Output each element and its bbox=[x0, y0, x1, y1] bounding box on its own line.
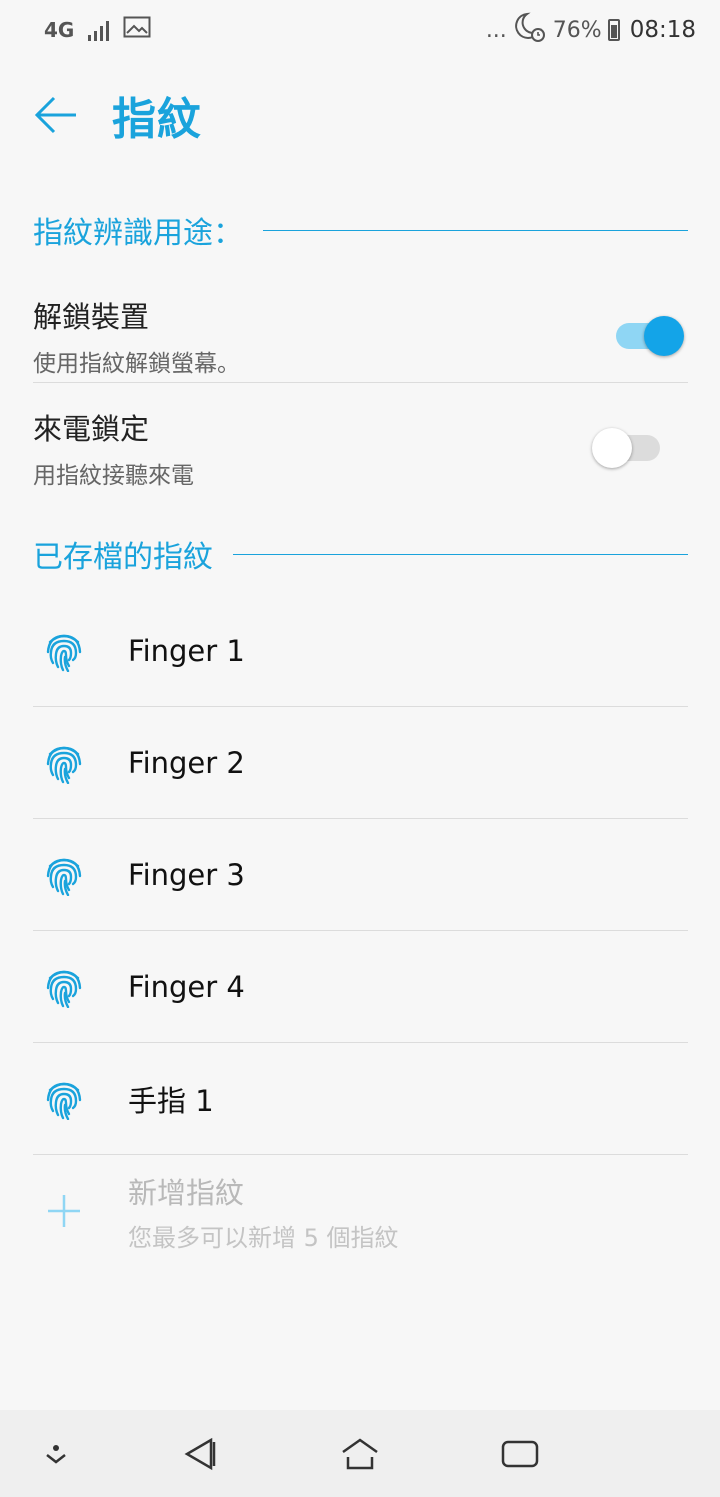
add-fingerprint-title: 新增指紋 bbox=[128, 1175, 245, 1210]
fingerprint-item[interactable]: 手指 1 bbox=[33, 1043, 688, 1155]
nav-recents-button[interactable] bbox=[475, 1410, 565, 1497]
fingerprint-item[interactable]: Finger 2 bbox=[33, 707, 688, 819]
plus-icon bbox=[48, 1195, 80, 1227]
pref-subtitle: 用指紋接聽來電 bbox=[33, 463, 194, 489]
fingerprint-label: Finger 4 bbox=[128, 970, 245, 1004]
pref-title: 來電鎖定 bbox=[33, 412, 150, 446]
call-lock-toggle[interactable] bbox=[592, 428, 666, 468]
pref-title: 解鎖裝置 bbox=[33, 300, 150, 334]
section-divider bbox=[233, 553, 688, 555]
section-header-saved: 已存檔的指紋 bbox=[33, 532, 688, 576]
back-triangle-icon bbox=[184, 1437, 216, 1470]
fingerprint-icon bbox=[33, 742, 95, 784]
section-title: 指紋辨識用途： bbox=[33, 216, 243, 251]
page-title: 指紋 bbox=[112, 94, 202, 145]
add-fingerprint-subtitle: 您最多可以新增 5 個指紋 bbox=[128, 1223, 399, 1252]
fingerprint-label: Finger 1 bbox=[128, 634, 245, 668]
fingerprint-item[interactable]: Finger 4 bbox=[33, 931, 688, 1043]
more-icon: ... bbox=[485, 17, 507, 43]
image-icon bbox=[123, 16, 151, 44]
app-bar: 指紋 bbox=[0, 60, 720, 170]
clock: 08:18 bbox=[629, 17, 696, 43]
nav-back-button[interactable] bbox=[155, 1410, 245, 1497]
fingerprint-icon bbox=[33, 966, 95, 1008]
back-button[interactable] bbox=[0, 60, 112, 170]
fingerprint-icon bbox=[33, 1078, 95, 1120]
battery-percent: 76% bbox=[552, 17, 602, 43]
network-type: 4G bbox=[44, 18, 75, 42]
add-fingerprint-button[interactable]: 新增指紋 您最多可以新增 5 個指紋 bbox=[33, 1155, 688, 1267]
fingerprint-icon bbox=[33, 630, 95, 672]
section-title: 已存檔的指紋 bbox=[33, 540, 213, 575]
fingerprint-icon bbox=[33, 854, 95, 896]
status-bar: 4G ... 76% 08:18 bbox=[0, 0, 720, 60]
unlock-device-toggle[interactable] bbox=[610, 316, 684, 356]
fingerprint-label: 手指 1 bbox=[128, 1084, 214, 1118]
pref-call-lock[interactable]: 來電鎖定 用指紋接聽來電 bbox=[33, 402, 688, 494]
section-divider bbox=[263, 229, 688, 231]
battery-icon bbox=[607, 19, 620, 41]
do-not-disturb-icon bbox=[513, 11, 547, 49]
pref-unlock-device[interactable]: 解鎖裝置 使用指紋解鎖螢幕。 bbox=[33, 290, 688, 382]
arrow-left-icon bbox=[34, 96, 76, 134]
divider bbox=[33, 382, 688, 383]
nav-home-button[interactable] bbox=[315, 1410, 405, 1497]
fingerprint-item[interactable]: Finger 1 bbox=[33, 595, 688, 707]
fingerprint-item[interactable]: Finger 3 bbox=[33, 819, 688, 931]
navigation-bar bbox=[0, 1410, 720, 1497]
recents-icon bbox=[501, 1440, 539, 1467]
fingerprint-label: Finger 3 bbox=[128, 858, 245, 892]
chevron-down-icon bbox=[46, 1444, 66, 1464]
home-icon bbox=[342, 1437, 378, 1469]
section-header-usage: 指紋辨識用途： bbox=[33, 208, 688, 252]
signal-icon bbox=[88, 19, 110, 41]
fingerprint-label: Finger 2 bbox=[128, 746, 245, 780]
expand-button[interactable] bbox=[11, 1410, 101, 1497]
pref-subtitle: 使用指紋解鎖螢幕。 bbox=[33, 351, 240, 377]
